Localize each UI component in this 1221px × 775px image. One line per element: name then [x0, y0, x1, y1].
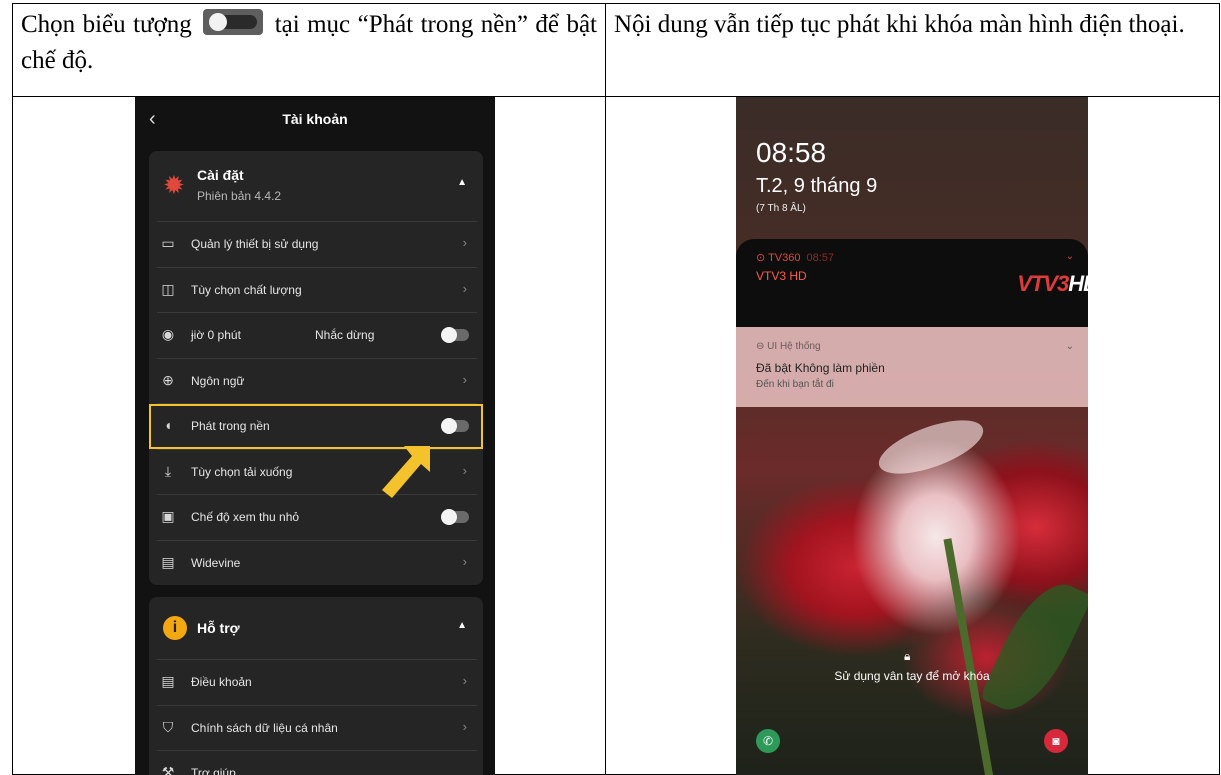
- wrench-icon: ⚒: [161, 764, 175, 775]
- flower-stem: [943, 538, 997, 775]
- support-item-terms[interactable]: ▤ Điều khoản ›: [157, 659, 477, 705]
- quality-icon: ◫: [161, 280, 175, 297]
- flower-petal: [872, 409, 990, 485]
- settings-item-label: Tùy chọn tải xuống: [191, 464, 293, 479]
- instruction-text-right: Nội dung vẫn tiếp tục phát khi khóa màn …: [614, 11, 1185, 38]
- pip-icon: ▣: [161, 508, 175, 524]
- instruction-cell-left: Chọn biểu tượng tại mục “Phát trong nền”…: [12, 3, 606, 97]
- notification-app-row: ⊙ TV360 08:57: [756, 252, 835, 264]
- settings-item-label: Tùy chọn chất lượng: [191, 282, 302, 297]
- settings-card: ✹ Cài đặt Phiên bản 4.4.2 ▲ ▭ Quản lý th…: [149, 151, 483, 585]
- lockscreen-clock: 08:58: [756, 137, 827, 168]
- settings-item-devices[interactable]: ▭ Quản lý thiết bị sử dụng ›: [157, 221, 477, 267]
- page-title: Tài khoản: [282, 111, 348, 127]
- settings-item-label: Widevine: [191, 555, 241, 570]
- lock-icon: 🔒︎: [904, 649, 911, 663]
- devices-icon: ▭: [161, 235, 175, 251]
- support-item-privacy[interactable]: ⛉ Chính sách dữ liệu cá nhân ›: [157, 704, 477, 751]
- notification-time: 08:57: [806, 252, 835, 264]
- speaker-icon: ◖: [163, 417, 173, 433]
- settings-card-header[interactable]: ✹ Cài đặt Phiên bản 4.4.2 ▲: [149, 151, 483, 221]
- support-item-label: Chính sách dữ liệu cá nhân: [191, 720, 338, 735]
- chevron-right-icon: ›: [462, 280, 467, 296]
- chevron-right-icon: ›: [462, 371, 467, 387]
- flower-leaf: [979, 570, 1088, 724]
- system-notification[interactable]: ⊖ UI Hệ thống ⌄ Đã bật Không làm phiền Đ…: [736, 327, 1088, 407]
- settings-title: Cài đặt: [197, 167, 244, 183]
- download-icon: ⤓: [164, 462, 172, 479]
- toggle-icon: [203, 9, 264, 35]
- screenshot-cell-left: ‹ Tài khoản ✹ Cài đặt Phiên bản 4.4.2 ▲ …: [12, 96, 606, 775]
- globe-icon: ⊕: [162, 371, 174, 388]
- document-table: Chọn biểu tượng tại mục “Phát trong nền”…: [12, 3, 1220, 775]
- expand-chevron-icon[interactable]: ⌄: [1066, 341, 1074, 352]
- notification-subtitle: Đến khi bạn tắt đi: [756, 379, 834, 390]
- chevron-right-icon: ›: [462, 718, 467, 734]
- notification-title: VTV3 HD: [756, 269, 807, 283]
- support-title: Hỗ trợ: [197, 620, 240, 636]
- chevron-right-icon: ›: [462, 235, 467, 250]
- channel-logo-text: VTV3: [1017, 271, 1069, 296]
- timer-icon: ◉: [161, 326, 175, 342]
- settings-item-widevine[interactable]: ▤ Widevine ›: [157, 539, 477, 586]
- notification-title: Đã bật Không làm phiền: [756, 361, 885, 375]
- media-notification[interactable]: ⊙ TV36008:57 ⌄ VTV3 HD VTV3HD: [736, 239, 1088, 327]
- chevron-right-icon: ›: [462, 553, 467, 569]
- collapse-caret-icon[interactable]: ▲: [457, 177, 467, 188]
- settings-item-label-secondary: Nhắc dừng: [315, 328, 375, 342]
- support-card-header[interactable]: i Hỗ trợ ▲: [149, 597, 483, 659]
- lockscreen-date: T.2, 9 tháng 9: [756, 175, 878, 197]
- support-item-label: Điều khoản: [191, 675, 252, 689]
- background-play-switch[interactable]: [441, 418, 469, 434]
- document-icon: ▤: [161, 553, 175, 570]
- settings-item-label: Ngôn ngữ: [191, 373, 245, 388]
- app-header: ‹ Tài khoản: [135, 97, 495, 145]
- stop-reminder-switch[interactable]: [441, 327, 469, 343]
- support-item-help[interactable]: ⚒ Trợ giúp: [157, 750, 477, 775]
- settings-item-label: Phát trong nền: [191, 419, 270, 433]
- settings-item-label: ɉiờ 0 phút: [191, 328, 241, 342]
- document-icon: ▤: [161, 673, 175, 689]
- app-version: Phiên bản 4.4.2: [197, 189, 282, 203]
- info-icon: i: [163, 616, 187, 640]
- phone-shortcut-icon[interactable]: ✆: [756, 729, 780, 753]
- settings-item-label: Chế độ xem thu nhỏ: [191, 510, 300, 524]
- screenshot-cell-right: 08:58 T.2, 9 tháng 9 (7 Th 8 ÂL) ⊙ TV360…: [605, 96, 1220, 775]
- lockscreen-lunar-date: (7 Th 8 ÂL): [756, 203, 806, 214]
- channel-logo-suffix: HD: [1068, 271, 1088, 296]
- channel-logo: VTV3HD: [1017, 271, 1088, 297]
- settings-item-sleep-timer[interactable]: ◉ ɉiờ 0 phút Nhắc dừng: [157, 312, 477, 358]
- settings-item-language[interactable]: ⊕ Ngôn ngữ ›: [157, 357, 477, 404]
- collapse-caret-icon[interactable]: ▲: [457, 620, 467, 631]
- notification-app-name: UI Hệ thống: [767, 341, 821, 352]
- instruction-cell-right: Nội dung vẫn tiếp tục phát khi khóa màn …: [605, 3, 1220, 97]
- chevron-right-icon: ›: [462, 462, 467, 478]
- chevron-right-icon: ›: [462, 673, 467, 688]
- notification-app-row: ⊖ UI Hệ thống: [756, 341, 821, 352]
- expand-chevron-icon[interactable]: ⌄: [1066, 251, 1074, 262]
- settings-item-label: Quản lý thiết bị sử dụng: [191, 237, 319, 251]
- pip-switch[interactable]: [441, 509, 469, 525]
- lockscreen-screenshot: 08:58 T.2, 9 tháng 9 (7 Th 8 ÂL) ⊙ TV360…: [736, 97, 1088, 775]
- instruction-text-before: Chọn biểu tượng: [21, 11, 192, 38]
- settings-screenshot: ‹ Tài khoản ✹ Cài đặt Phiên bản 4.4.2 ▲ …: [135, 97, 495, 775]
- unlock-hint: Sử dụng vân tay để mở khóa: [834, 669, 990, 683]
- camera-shortcut-icon[interactable]: ◙: [1044, 729, 1068, 753]
- gear-icon: ✹: [163, 170, 185, 200]
- settings-item-quality[interactable]: ◫ Tùy chọn chất lượng ›: [157, 266, 477, 313]
- shield-icon: ⛉: [162, 718, 174, 735]
- pointer-arrow-icon: [382, 446, 430, 498]
- support-item-label: Trợ giúp: [191, 766, 236, 775]
- support-card: i Hỗ trợ ▲ ▤ Điều khoản › ⛉ Chính sách d…: [149, 597, 483, 775]
- notification-app-name: TV360: [768, 252, 801, 264]
